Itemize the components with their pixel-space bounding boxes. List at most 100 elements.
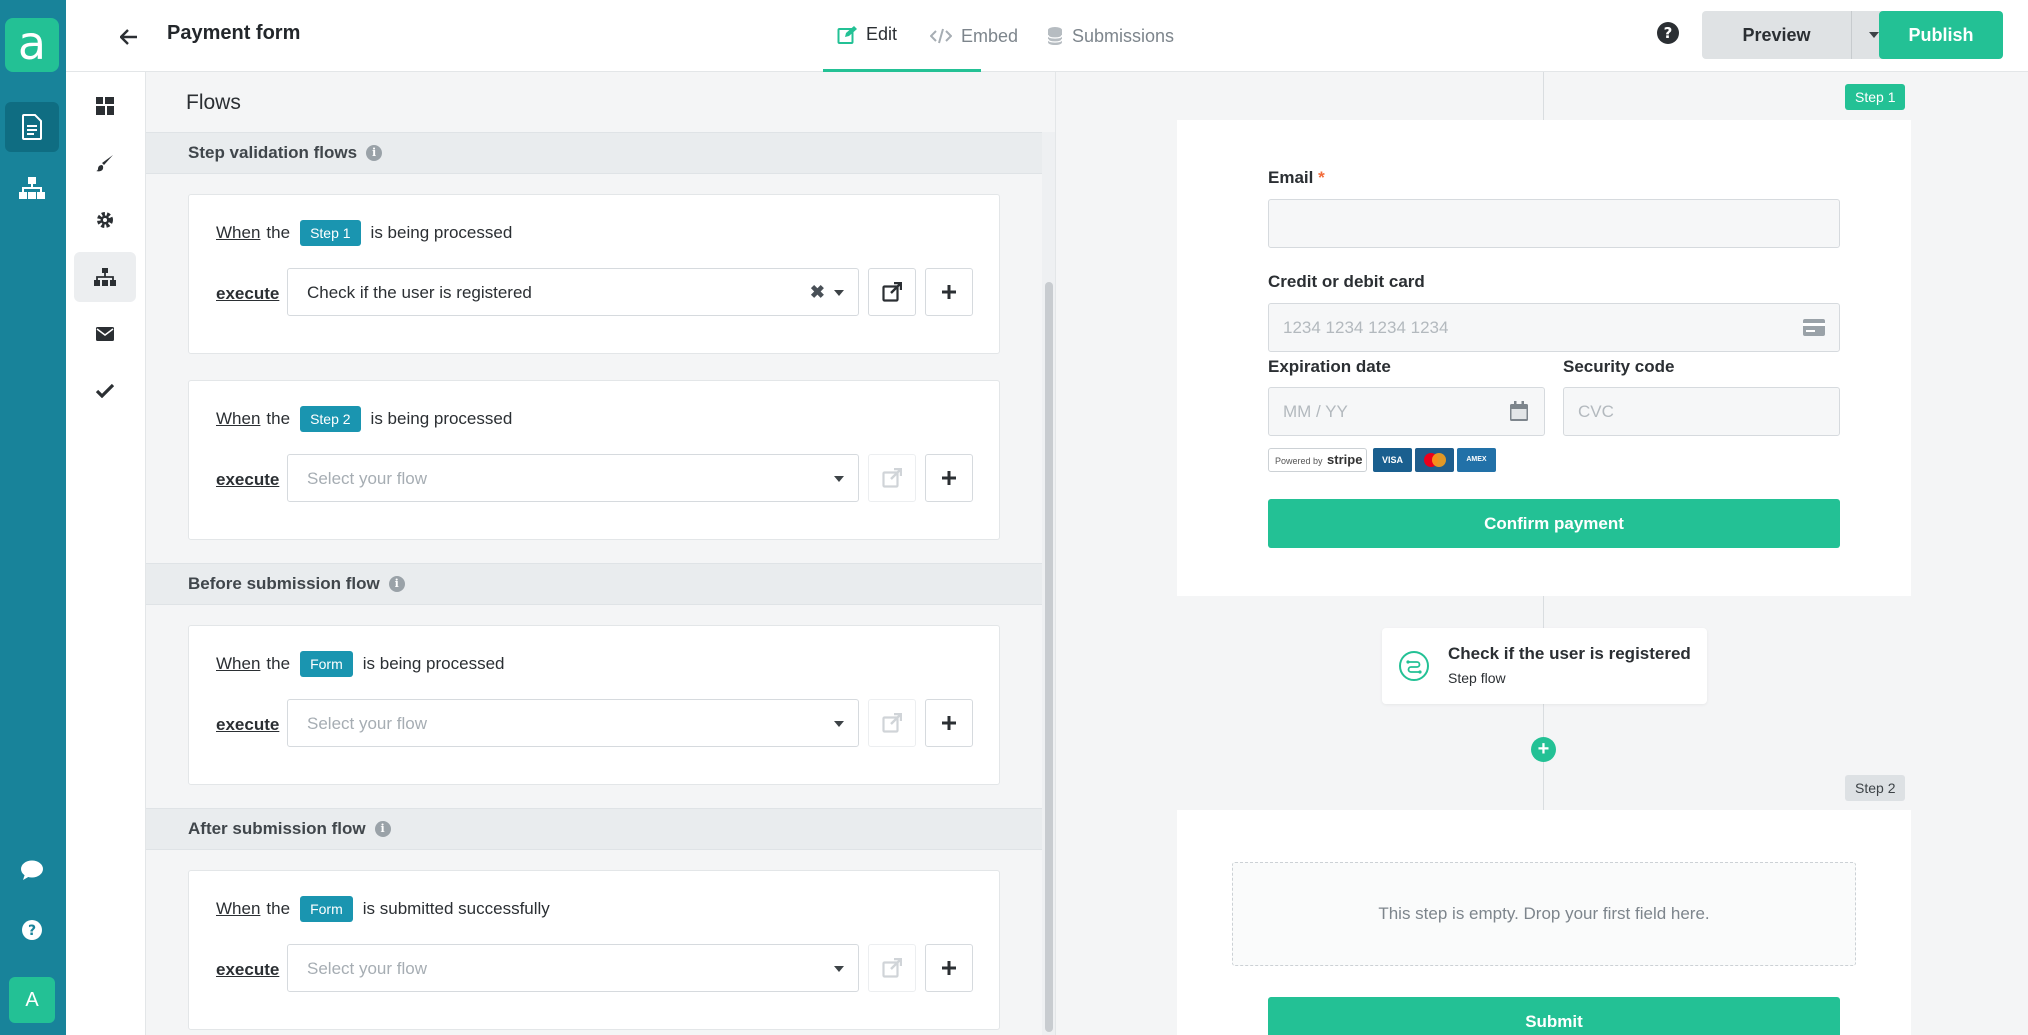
flow-select[interactable]: Check if the user is registered ✖: [287, 268, 859, 316]
edit-icon: [837, 25, 857, 44]
chevron-down-icon: [834, 290, 844, 296]
flow-trigger-row: When the Step 2 is being processed: [216, 406, 512, 432]
user-avatar[interactable]: A: [9, 977, 55, 1023]
empty-step-dropzone[interactable]: This step is empty. Drop your first fiel…: [1232, 862, 1856, 966]
info-icon[interactable]: i: [366, 145, 383, 161]
step-flow-node[interactable]: Check if the user is registered Step flo…: [1382, 628, 1707, 704]
app-rail: a ? A: [0, 0, 66, 1035]
flow-select-placeholder: Select your flow: [307, 959, 427, 978]
flow-trigger-row: When the Form is being processed: [216, 651, 505, 677]
info-icon[interactable]: i: [374, 821, 391, 837]
sidebar-item-dashboard[interactable]: [74, 81, 136, 131]
help-icon: ?: [22, 920, 42, 940]
the-text: the: [266, 654, 291, 673]
when-keyword: When: [216, 899, 261, 918]
flow-card-before-submission: When the Form is being processed execute…: [188, 625, 1000, 785]
step-tag: Step 1: [300, 220, 361, 246]
add-flow-button[interactable]: [925, 454, 973, 502]
app-logo[interactable]: a: [5, 18, 59, 72]
tab-edit-label: Edit: [866, 24, 898, 44]
the-text: the: [266, 409, 291, 428]
flow-select[interactable]: Select your flow: [287, 944, 859, 992]
back-button[interactable]: [114, 22, 144, 52]
workflows-nav-button[interactable]: [5, 163, 59, 213]
add-flow-button[interactable]: [925, 944, 973, 992]
flow-node-title: Check if the user is registered: [1448, 644, 1691, 663]
execute-label: execute: [216, 715, 280, 734]
calendar-icon: [1510, 401, 1528, 421]
open-flow-button[interactable]: [868, 699, 916, 747]
help-button[interactable]: ?: [1656, 21, 1686, 51]
security-label: Security code: [1563, 357, 1675, 376]
add-flow-button[interactable]: [925, 268, 973, 316]
email-field[interactable]: [1268, 199, 1840, 248]
external-link-icon: [882, 468, 902, 488]
add-flow-button[interactable]: [925, 699, 973, 747]
tab-embed-label: Embed: [961, 25, 1019, 46]
scrollbar-thumb[interactable]: [1045, 282, 1053, 1032]
stripe-text: stripe: [1327, 452, 1363, 467]
confirm-payment-button[interactable]: Confirm payment: [1268, 499, 1840, 548]
tab-embed[interactable]: Embed: [930, 0, 1018, 72]
flow-select[interactable]: Select your flow: [287, 454, 859, 502]
execute-label: execute: [216, 960, 280, 979]
preview-button-group: Preview: [1702, 11, 1895, 59]
card-label: Credit or debit card: [1268, 272, 1425, 291]
clear-icon[interactable]: ✖: [810, 282, 825, 303]
tab-submissions-label: Submissions: [1072, 25, 1175, 46]
sidebar-item-settings[interactable]: [74, 195, 136, 245]
tab-submissions[interactable]: Submissions: [1047, 0, 1174, 72]
external-link-icon: [882, 958, 902, 978]
security-code-field[interactable]: CVC: [1563, 387, 1840, 436]
when-keyword: When: [216, 654, 261, 673]
submit-button[interactable]: Submit: [1268, 997, 1840, 1035]
chevron-down-icon: [834, 721, 844, 727]
publish-button[interactable]: Publish: [1879, 11, 2003, 59]
when-keyword: When: [216, 223, 261, 242]
trigger-text: is submitted successfully: [362, 899, 550, 918]
forms-nav-button[interactable]: [5, 102, 59, 152]
section-title: Step validation flows: [188, 143, 358, 162]
form-preview-canvas: Step 1 Email * Credit or debit card 1234…: [1057, 72, 2028, 1035]
card-number-field[interactable]: 1234 1234 1234 1234: [1268, 303, 1840, 352]
check-icon: [96, 384, 114, 398]
sitemap-icon: [94, 268, 116, 286]
when-keyword: When: [216, 409, 261, 428]
sidebar-item-flows[interactable]: [74, 252, 136, 302]
powered-by-stripe-badge: Powered by stripe: [1268, 448, 1367, 472]
open-flow-button[interactable]: [868, 268, 916, 316]
powered-by-text: Powered by: [1275, 456, 1323, 466]
section-title: After submission flow: [188, 819, 366, 838]
flow-select[interactable]: Select your flow: [287, 699, 859, 747]
flows-scrollbar[interactable]: [1042, 132, 1055, 1035]
gear-icon: [97, 212, 113, 228]
sidebar-item-notifications[interactable]: [74, 309, 136, 359]
trigger-text: is being processed: [362, 654, 505, 673]
sidebar-item-theme[interactable]: [74, 138, 136, 188]
amex-logo: AMEX: [1457, 448, 1496, 472]
svg-text:?: ?: [28, 923, 36, 939]
preview-button[interactable]: Preview: [1702, 11, 1852, 59]
flow-node-subtitle: Step flow: [1448, 670, 1506, 686]
open-flow-button[interactable]: [868, 944, 916, 992]
info-icon[interactable]: i: [388, 576, 405, 592]
add-step-button[interactable]: +: [1531, 737, 1556, 762]
form-tag: Form: [300, 651, 353, 677]
flow-card-after-submission: When the Form is submitted successfully …: [188, 870, 1000, 1030]
email-label: Email *: [1268, 168, 1325, 188]
help-button[interactable]: ?: [5, 905, 59, 955]
external-link-icon: [882, 282, 902, 302]
database-icon: [1047, 27, 1063, 45]
execute-label: execute: [216, 284, 280, 303]
required-mark: *: [1318, 168, 1325, 187]
chat-button[interactable]: [5, 845, 59, 895]
sidebar-item-confirmation[interactable]: [74, 366, 136, 416]
flow-select-value: Check if the user is registered: [307, 283, 532, 302]
expiration-field[interactable]: MM / YY: [1268, 387, 1545, 436]
section-title: Before submission flow: [188, 574, 380, 593]
open-flow-button[interactable]: [868, 454, 916, 502]
chevron-down-icon: [834, 966, 844, 972]
plus-icon: [942, 961, 956, 975]
chevron-down-icon: [834, 476, 844, 482]
execute-label: execute: [216, 470, 280, 489]
